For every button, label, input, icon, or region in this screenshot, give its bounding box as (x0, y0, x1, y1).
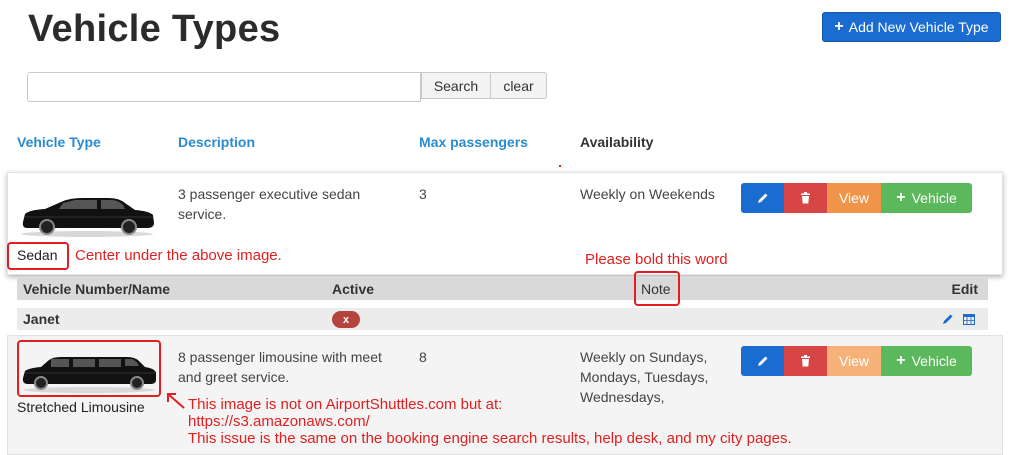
row-actions-limousine: View + Vehicle (741, 346, 972, 376)
search-button[interactable]: Search (421, 72, 491, 99)
annotation-box-note (634, 271, 680, 306)
subtable-header-edit: Edit (951, 281, 978, 297)
sedan-image (21, 198, 155, 237)
annotation-line: This image is not on AirportShuttles.com… (188, 396, 503, 413)
annotation-bold-note: Please bold this word (585, 251, 728, 268)
description-line: service. (178, 206, 227, 222)
subtable-header-active: Active (332, 281, 375, 297)
trash-icon (801, 355, 810, 367)
plus-icon: + (834, 18, 844, 35)
description-line: and greet service. (178, 369, 290, 385)
max-passengers-limousine: 8 (419, 349, 427, 365)
add-vehicle-type-button[interactable]: + Add New Vehicle Type (822, 12, 1001, 42)
stray-dot (559, 165, 561, 167)
plus-icon: + (896, 352, 906, 369)
delete-button[interactable] (784, 183, 827, 213)
vehicle-type-description-limousine: 8 passenger limousine with meet and gree… (178, 347, 382, 387)
column-header-availability: Availability (580, 134, 654, 150)
vehicle-type-name-limousine: Stretched Limousine (17, 399, 145, 415)
delete-button[interactable] (784, 346, 827, 376)
view-button[interactable]: View (827, 346, 881, 376)
annotation-line: This issue is the same on the booking en… (188, 430, 792, 447)
add-vehicle-label: Vehicle (911, 353, 957, 369)
pencil-icon[interactable] (942, 313, 954, 325)
annotation-image-note: This image is not on AirportShuttles.com… (188, 396, 792, 447)
vehicle-name: Janet (23, 311, 60, 327)
add-vehicle-button[interactable]: + Vehicle (881, 346, 972, 376)
trash-icon (801, 192, 810, 204)
column-header-vehicle-type[interactable]: Vehicle Type (17, 134, 101, 150)
availability-line: Mondays, Tuesdays, (580, 369, 709, 385)
vehicles-subtable-header: Vehicle Number/Name Active Note Edit (17, 278, 988, 300)
add-vehicle-type-label: Add New Vehicle Type (848, 19, 989, 35)
calendar-icon[interactable] (963, 313, 975, 325)
view-button[interactable]: View (827, 183, 881, 213)
annotation-arrow-icon (167, 393, 185, 409)
annotation-center-note: Center under the above image. (75, 247, 282, 264)
page-title: Vehicle Types (28, 8, 281, 50)
pencil-icon (757, 193, 767, 203)
annotation-box-limousine-image (17, 340, 161, 397)
max-passengers-sedan: 3 (419, 186, 427, 202)
column-header-max-passengers[interactable]: Max passengers (419, 134, 528, 150)
plus-icon: + (896, 189, 906, 206)
vehicle-row: Janet x (17, 308, 988, 330)
description-line: 8 passenger limousine with meet (178, 349, 382, 365)
edit-button[interactable] (741, 346, 784, 376)
add-vehicle-label: Vehicle (911, 190, 957, 206)
inactive-badge[interactable]: x (332, 311, 360, 328)
description-line: 3 passenger executive sedan (178, 186, 361, 202)
row-actions-sedan: View + Vehicle (741, 183, 972, 213)
vehicle-type-description-sedan: 3 passenger executive sedan service. (178, 184, 360, 224)
add-vehicle-button[interactable]: + Vehicle (881, 183, 972, 213)
subtable-header-name: Vehicle Number/Name (23, 281, 171, 297)
search-input[interactable] (27, 72, 421, 102)
annotation-line: https://s3.amazonaws.com/ (188, 413, 370, 430)
edit-button[interactable] (741, 183, 784, 213)
clear-button[interactable]: clear (490, 72, 547, 99)
availability-line: Weekly on Sundays, (580, 349, 708, 365)
availability-sedan: Weekly on Weekends (580, 186, 715, 202)
column-header-description[interactable]: Description (178, 134, 255, 150)
annotation-box-sedan-label (7, 242, 69, 270)
pencil-icon (757, 356, 767, 366)
